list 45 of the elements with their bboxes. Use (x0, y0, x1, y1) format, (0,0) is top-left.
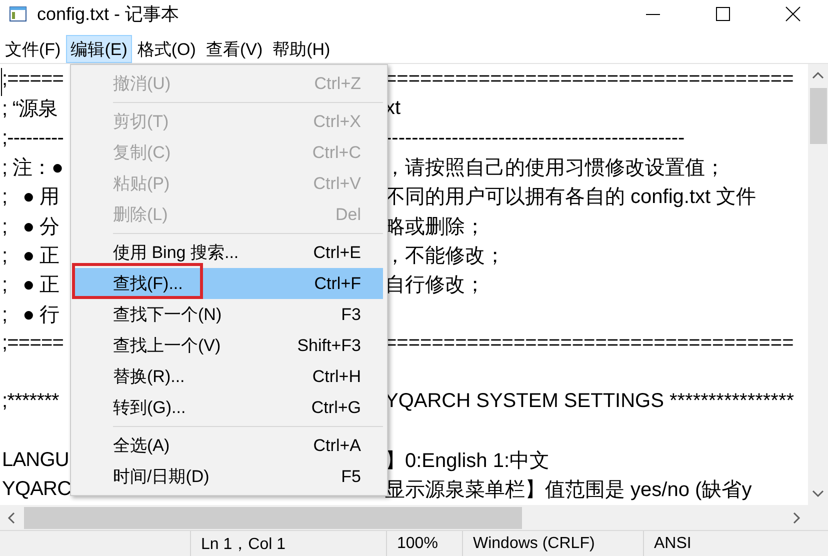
scrollbar-thumb[interactable] (810, 88, 826, 144)
text-line: 显示源泉菜单栏】值范围是 yes/no (缺省y (385, 478, 752, 504)
notepad-icon (9, 5, 27, 23)
text-line: ; 注：● (2, 156, 64, 182)
text-line: ;******* (2, 390, 59, 414)
scrollbar-thumb[interactable] (24, 506, 522, 528)
status-text: Ln 1，Col 1 (201, 534, 286, 554)
text-line: =================================== (385, 68, 794, 92)
text-line: YQARC (2, 478, 72, 502)
menu-item[interactable]: 格式(O) (132, 35, 201, 63)
text-line: 】0:English 1:中文 (385, 449, 550, 474)
text-line: ，不能修改； (385, 244, 505, 269)
text-line: =================================== (385, 332, 794, 355)
window-title: config.txt - 记事本 (37, 3, 180, 26)
text-line: ; ● 分 (2, 214, 60, 240)
text-cursor (1, 68, 2, 96)
status-text: ANSI (654, 535, 692, 553)
text-line: ; ● 用 (2, 185, 60, 210)
menu-item[interactable]: 查找下一个(N) F3 (75, 299, 383, 330)
maximize-icon (715, 6, 731, 22)
menu-item[interactable]: 编辑(E) (66, 35, 132, 63)
text-line: ; ● 正 (2, 244, 60, 269)
text-line: ，请按照自己的使用习惯修改设置值； (385, 156, 725, 182)
text-line: ;===== (2, 68, 64, 92)
text-line: --------------------------------------------- (385, 126, 685, 150)
text-line: ; ● 行 (2, 302, 60, 328)
menu-item[interactable]: 全选(A) Ctrl+A (75, 430, 383, 461)
text-line: 自行修改； (385, 273, 485, 298)
menu-item[interactable]: 使用 Bing 搜索... Ctrl+E (75, 237, 383, 268)
text-line: ; “源泉 (2, 97, 58, 122)
status-text: 100% (397, 535, 438, 553)
text-line: ; ● 正 (2, 273, 60, 298)
text-line: LANGU (2, 449, 69, 472)
menu-item[interactable]: 转到(G)... Ctrl+G (75, 392, 383, 423)
text-line: YQARCH SYSTEM SETTINGS **************** (385, 390, 794, 414)
menu-item[interactable]: 查看(V) (200, 35, 268, 63)
menu-item[interactable]: 帮助(H) (268, 35, 336, 63)
menu-item[interactable]: 文件(F) (0, 35, 66, 63)
close-icon (785, 6, 801, 22)
menu-item[interactable]: 时间/日期(D) F5 (75, 461, 383, 492)
status-text: Windows (CRLF) (473, 535, 595, 553)
text-line: ;--------- (2, 126, 64, 150)
menu-item[interactable]: 替换(R)... Ctrl+H (75, 361, 383, 392)
text-line: ;===== (2, 332, 64, 355)
menu-item[interactable]: 查找上一个(V) Shift+F3 (75, 330, 383, 361)
